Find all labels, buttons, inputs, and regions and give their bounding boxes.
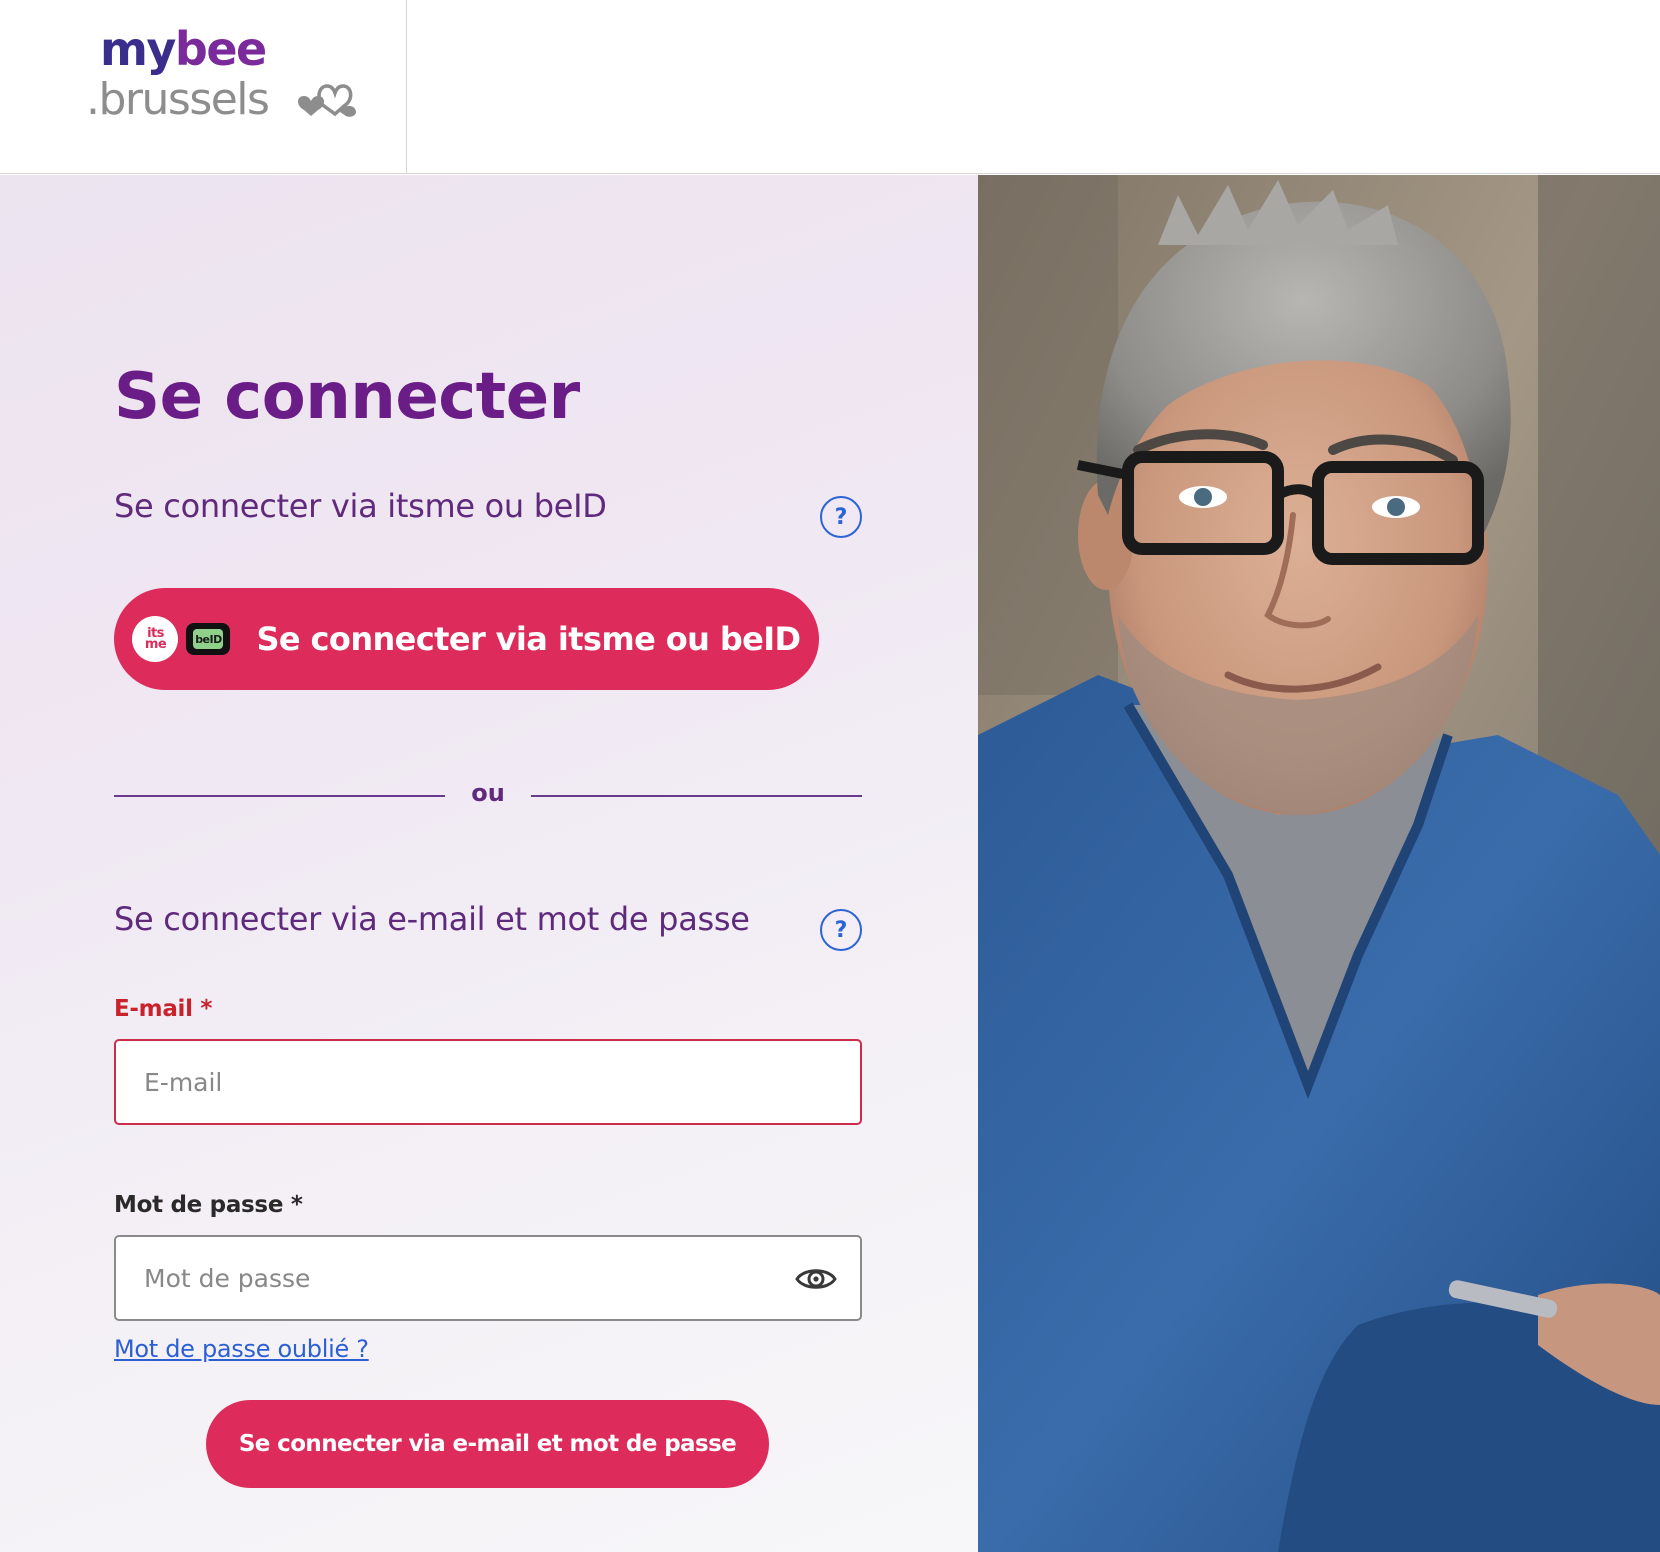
logo[interactable]: mybee .brussels [0,0,407,174]
login-panel: Se connecter Se connecter via itsme ou b… [0,175,978,1552]
email-label: E-mail * [114,996,213,1022]
password-field[interactable] [116,1237,860,1319]
password-label: Mot de passe * [114,1192,303,1218]
itsme-help-icon[interactable]: ? [820,496,862,538]
page-header: mybee .brussels [0,0,1660,174]
email-section-heading: Se connecter via e-mail et mot de passe [114,900,750,938]
email-login-button-label: Se connecter via e-mail et mot de passe [238,1431,737,1457]
itsme-beid-icons: its me beID [132,616,231,662]
logo-wordmark-top: mybee [100,22,267,76]
forgot-password-link[interactable]: Mot de passe oublié ? [114,1335,369,1363]
man-with-glasses-photo [978,175,1660,1552]
hero-photo [978,175,1660,1552]
itsme-section-heading: Se connecter via itsme ou beID [114,487,607,525]
beid-icon: beID [186,623,231,655]
page-title: Se connecter [114,360,580,434]
divider-right [531,795,862,797]
itsme-login-button-label: Se connecter via itsme ou beID [256,620,801,658]
email-field[interactable] [116,1041,860,1123]
email-login-button[interactable]: Se connecter via e-mail et mot de passe [206,1400,769,1488]
logo-wordmark-bottom: .brussels [86,74,270,125]
hearts-icon [298,84,356,117]
password-field-wrapper [114,1235,862,1321]
eye-icon[interactable] [794,1259,838,1299]
itsme-login-button[interactable]: its me beID Se connecter via itsme ou be… [114,588,819,690]
email-field-wrapper [114,1039,862,1125]
email-help-icon[interactable]: ? [820,909,862,951]
itsme-icon: its me [132,616,179,662]
divider-left [114,795,445,797]
divider-or: ou [471,779,505,807]
